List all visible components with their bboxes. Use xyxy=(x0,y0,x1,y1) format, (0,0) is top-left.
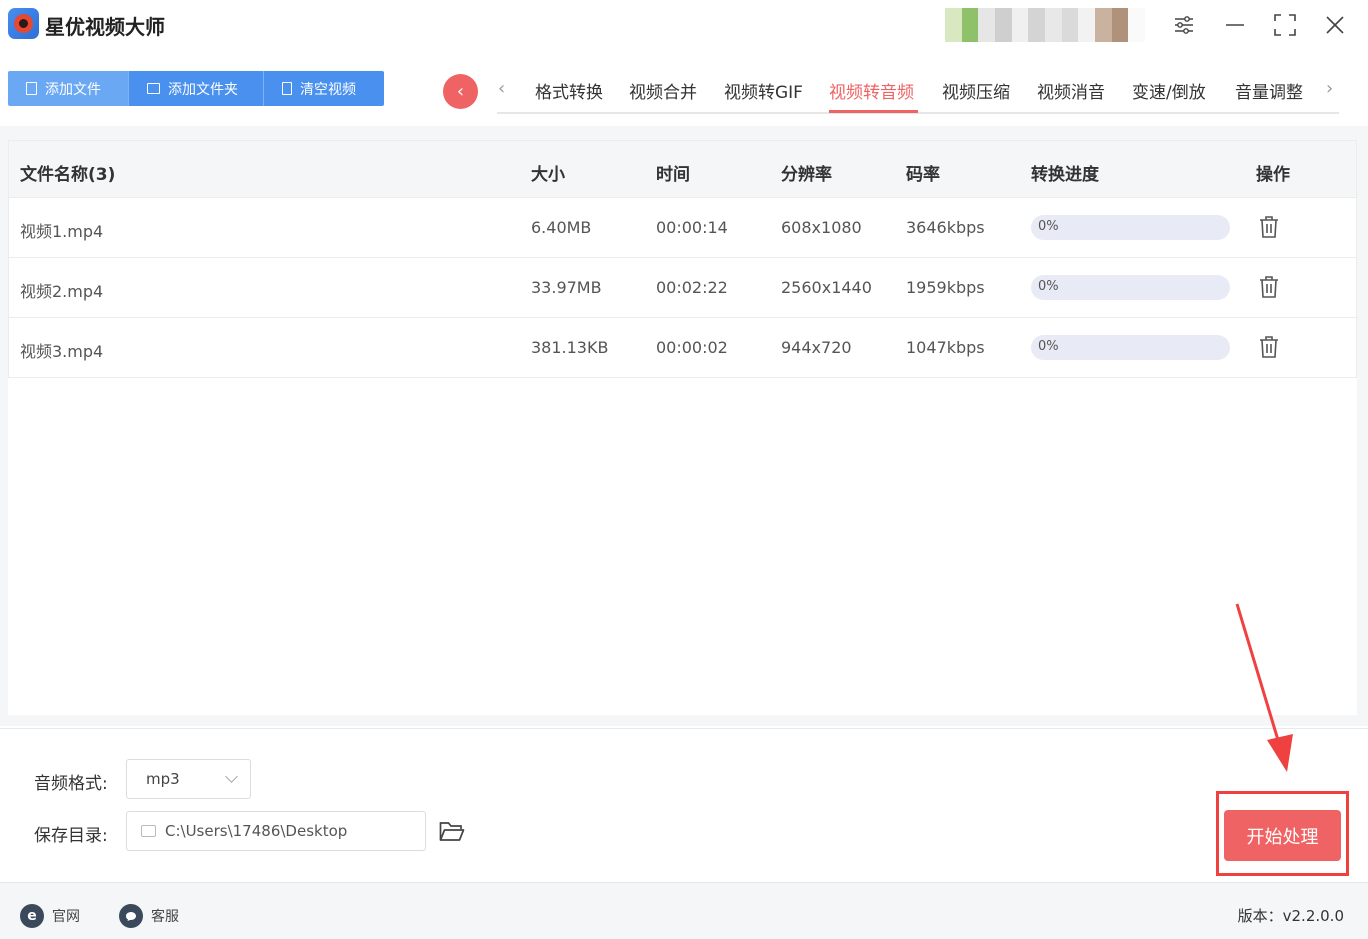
trash-icon xyxy=(282,82,292,95)
clear-videos-label: 清空视频 xyxy=(300,81,356,98)
version-text: 版本：v2.2.0.0 xyxy=(1237,907,1344,925)
audio-format-select[interactable]: mp3 xyxy=(126,759,251,799)
tab-video-to-audio[interactable]: 视频转音频 xyxy=(829,78,914,103)
table-row[interactable]: 视频1.mp4 6.40MB 00:00:14 608x1080 3646kbp… xyxy=(8,198,1357,258)
back-button[interactable]: ‹ xyxy=(443,74,478,109)
progress-bar: 0% xyxy=(1031,275,1230,300)
add-file-button[interactable]: 添加文件 xyxy=(8,71,129,106)
tab-video-merge[interactable]: 视频合并 xyxy=(629,78,697,103)
header-duration: 时间 xyxy=(656,165,690,185)
app-logo-icon xyxy=(8,8,39,39)
function-tabs: 格式转换 视频合并 视频转GIF 视频转音频 视频压缩 视频消音 变速/倒放 音… xyxy=(497,72,1339,114)
open-folder-icon[interactable] xyxy=(439,820,465,842)
table-row[interactable]: 视频2.mp4 33.97MB 00:02:22 2560x1440 1959k… xyxy=(8,258,1357,318)
save-dir-input[interactable]: C:\Users\17486\Desktop xyxy=(126,811,426,851)
output-settings: 音频格式: mp3 保存目录: C:\Users\17486\Desktop 开… xyxy=(0,728,1368,882)
tab-video-compress[interactable]: 视频压缩 xyxy=(942,78,1010,103)
tabs-next-icon[interactable]: › xyxy=(1326,78,1333,99)
tab-format-convert[interactable]: 格式转换 xyxy=(535,78,603,103)
table-row[interactable]: 视频3.mp4 381.13KB 00:00:02 944x720 1047kb… xyxy=(8,318,1357,378)
maximize-icon[interactable] xyxy=(1271,11,1299,39)
chevron-down-icon xyxy=(225,770,238,783)
file-resolution: 608x1080 xyxy=(781,218,862,237)
progress-bar: 0% xyxy=(1031,215,1230,240)
audio-format-value: mp3 xyxy=(146,770,180,788)
tab-speed-reverse[interactable]: 变速/倒放 xyxy=(1132,78,1206,103)
header-name: 文件名称(3) xyxy=(20,165,116,185)
delete-trash-icon[interactable] xyxy=(1259,335,1279,359)
progress-text: 0% xyxy=(1038,339,1059,354)
progress-bar: 0% xyxy=(1031,335,1230,360)
active-tab-indicator xyxy=(829,110,918,113)
file-icon xyxy=(26,82,37,95)
chat-bubble-icon xyxy=(119,904,143,928)
settings-sliders-icon[interactable] xyxy=(1170,11,1198,39)
file-size: 381.13KB xyxy=(531,338,609,357)
tab-video-mute[interactable]: 视频消音 xyxy=(1037,78,1105,103)
support-label: 客服 xyxy=(151,909,179,925)
tab-video-to-gif[interactable]: 视频转GIF xyxy=(724,78,803,103)
progress-text: 0% xyxy=(1038,219,1059,234)
header-size: 大小 xyxy=(531,165,565,185)
file-table: 文件名称(3) 大小 时间 分辨率 码率 转换进度 操作 视频1.mp4 6.4… xyxy=(8,140,1357,715)
start-button-highlight: 开始处理 xyxy=(1216,791,1349,876)
footer: e 官网 客服 版本：v2.2.0.0 xyxy=(0,882,1368,939)
tab-volume-adjust[interactable]: 音量调整 xyxy=(1235,78,1303,103)
progress-text: 0% xyxy=(1038,279,1059,294)
close-icon[interactable] xyxy=(1321,11,1349,39)
save-dir-value: C:\Users\17486\Desktop xyxy=(165,822,348,840)
annotation-arrow-icon xyxy=(1235,603,1293,772)
audio-format-label: 音频格式: xyxy=(34,774,108,794)
header-progress: 转换进度 xyxy=(1031,165,1099,185)
save-dir-label: 保存目录: xyxy=(34,826,108,846)
folder-icon xyxy=(141,825,156,837)
title-bar: 星优视频大师 xyxy=(0,0,1368,52)
file-name: 视频1.mp4 xyxy=(20,222,104,241)
file-name: 视频3.mp4 xyxy=(20,342,104,361)
start-processing-button[interactable]: 开始处理 xyxy=(1224,810,1341,861)
file-resolution: 2560x1440 xyxy=(781,278,872,297)
header-bitrate: 码率 xyxy=(906,165,940,185)
website-e-icon: e xyxy=(20,904,44,928)
minimize-icon[interactable] xyxy=(1221,11,1249,39)
support-link[interactable]: 客服 xyxy=(119,904,179,928)
file-bitrate: 1047kbps xyxy=(906,338,985,357)
add-folder-button[interactable]: 添加文件夹 xyxy=(129,71,264,106)
delete-trash-icon[interactable] xyxy=(1259,215,1279,239)
add-folder-label: 添加文件夹 xyxy=(168,81,238,98)
file-size: 33.97MB xyxy=(531,278,602,297)
file-duration: 00:02:22 xyxy=(656,278,728,297)
website-label: 官网 xyxy=(52,909,80,925)
add-file-label: 添加文件 xyxy=(45,81,101,98)
file-duration: 00:00:02 xyxy=(656,338,728,357)
file-bitrate: 3646kbps xyxy=(906,218,985,237)
header-action: 操作 xyxy=(1256,165,1290,185)
file-size: 6.40MB xyxy=(531,218,592,237)
header-resolution: 分辨率 xyxy=(781,165,832,185)
clear-videos-button[interactable]: 清空视频 xyxy=(264,71,384,106)
file-bitrate: 1959kbps xyxy=(906,278,985,297)
file-resolution: 944x720 xyxy=(781,338,852,357)
file-duration: 00:00:14 xyxy=(656,218,728,237)
file-toolbar: 添加文件 添加文件夹 清空视频 xyxy=(8,71,384,106)
table-header: 文件名称(3) 大小 时间 分辨率 码率 转换进度 操作 xyxy=(8,140,1357,198)
delete-trash-icon[interactable] xyxy=(1259,275,1279,299)
folder-icon xyxy=(147,83,160,94)
file-name: 视频2.mp4 xyxy=(20,282,104,301)
user-avatar-mosaic[interactable] xyxy=(945,8,1146,42)
app-title: 星优视频大师 xyxy=(45,15,165,39)
website-link[interactable]: e 官网 xyxy=(20,904,80,928)
